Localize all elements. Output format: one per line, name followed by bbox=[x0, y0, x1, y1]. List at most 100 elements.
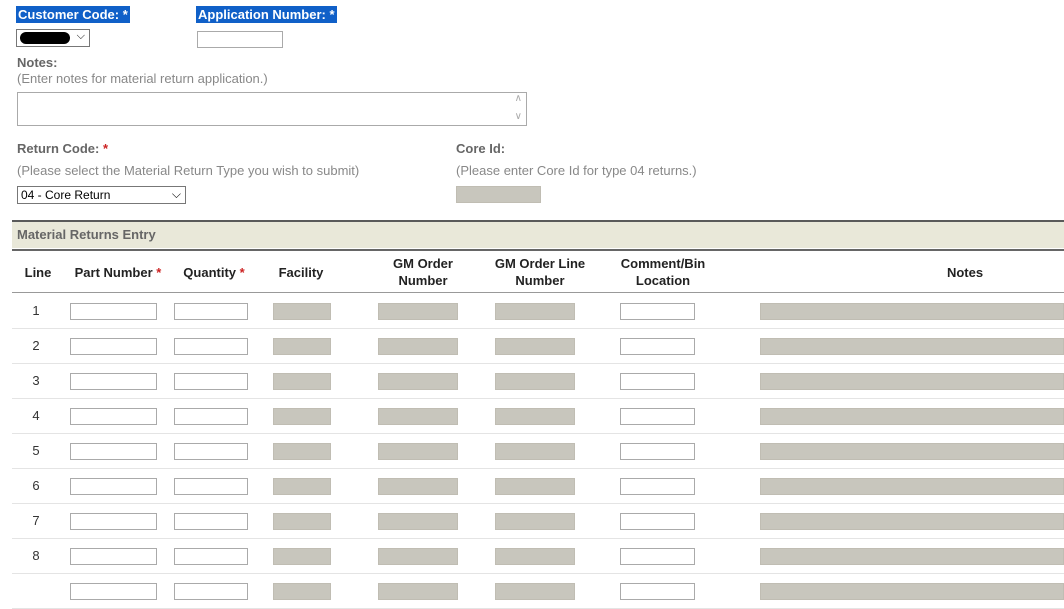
gm-order-line-number-field bbox=[495, 513, 575, 530]
comment-bin-location-input[interactable] bbox=[620, 408, 695, 425]
col-line: Line bbox=[24, 264, 52, 280]
quantity-input[interactable] bbox=[174, 548, 248, 565]
table-header: Line Part Number * Quantity * Facility G… bbox=[12, 249, 1064, 293]
scroll-down-icon[interactable]: ∨ bbox=[515, 112, 522, 122]
chevron-down-icon: ⌵ bbox=[171, 187, 181, 201]
notes-field bbox=[760, 548, 1064, 565]
table-row: 4 bbox=[12, 399, 1064, 434]
gm-order-number-field bbox=[378, 338, 458, 355]
col-notes: Notes bbox=[946, 264, 984, 280]
quantity-input[interactable] bbox=[174, 303, 248, 320]
gm-order-number-field bbox=[378, 513, 458, 530]
gm-order-line-number-field bbox=[495, 303, 575, 320]
table-row: 6 bbox=[12, 469, 1064, 504]
part-number-input[interactable] bbox=[70, 338, 157, 355]
facility-field bbox=[273, 338, 331, 355]
gm-order-line-number-field bbox=[495, 443, 575, 460]
return-code-select[interactable]: 04 - Core Return ⌵ bbox=[17, 186, 186, 204]
line-number: 3 bbox=[32, 373, 40, 388]
gm-order-number-field bbox=[378, 408, 458, 425]
customer-code-select[interactable]: ⌵ bbox=[16, 29, 90, 47]
chevron-down-icon: ⌵ bbox=[76, 30, 85, 42]
col-part-number: Part Number * bbox=[74, 264, 162, 280]
notes-field bbox=[760, 338, 1064, 355]
gm-order-number-field bbox=[378, 548, 458, 565]
part-number-input[interactable] bbox=[70, 513, 157, 530]
col-facility: Facility bbox=[278, 264, 324, 280]
quantity-input[interactable] bbox=[174, 408, 248, 425]
col-comment-bin-location: Comment/Bin Location bbox=[620, 256, 706, 288]
line-number: 1 bbox=[32, 303, 40, 318]
notes-field bbox=[760, 443, 1064, 460]
part-number-input[interactable] bbox=[70, 443, 157, 460]
quantity-input[interactable] bbox=[174, 373, 248, 390]
facility-field bbox=[273, 443, 331, 460]
notes-field bbox=[760, 408, 1064, 425]
gm-order-line-number-field bbox=[495, 408, 575, 425]
facility-field bbox=[273, 548, 331, 565]
line-number: 5 bbox=[32, 443, 40, 458]
facility-field bbox=[273, 303, 331, 320]
table-row: 8 bbox=[12, 539, 1064, 574]
gm-order-line-number-field bbox=[495, 548, 575, 565]
part-number-input[interactable] bbox=[70, 303, 157, 320]
return-code-selected: 04 - Core Return bbox=[21, 188, 111, 202]
part-number-input[interactable] bbox=[70, 548, 157, 565]
line-number: 4 bbox=[32, 408, 40, 423]
notes-field bbox=[760, 373, 1064, 390]
part-number-input[interactable] bbox=[70, 408, 157, 425]
table-row: 5 bbox=[12, 434, 1064, 469]
notes-hint: (Enter notes for material return applica… bbox=[17, 71, 268, 86]
quantity-input[interactable] bbox=[174, 513, 248, 530]
notes-textarea-wrap: ∧ ∨ bbox=[17, 92, 527, 126]
part-number-input[interactable] bbox=[70, 478, 157, 495]
quantity-input[interactable] bbox=[174, 443, 248, 460]
col-gm-order-number: GM Order Number bbox=[393, 256, 453, 288]
notes-label: Notes: bbox=[17, 55, 58, 70]
comment-bin-location-input[interactable] bbox=[620, 513, 695, 530]
core-id-label: Core Id: bbox=[456, 141, 506, 156]
gm-order-line-number-field bbox=[495, 338, 575, 355]
material-returns-section-title: Material Returns Entry bbox=[12, 220, 1064, 248]
notes-field bbox=[760, 478, 1064, 495]
table-row: 7 bbox=[12, 504, 1064, 539]
gm-order-line-number-field bbox=[495, 478, 575, 495]
comment-bin-location-input[interactable] bbox=[620, 548, 695, 565]
gm-order-number-field bbox=[378, 443, 458, 460]
line-number: 8 bbox=[32, 548, 40, 563]
comment-bin-location-input[interactable] bbox=[620, 373, 695, 390]
line-number: 2 bbox=[32, 338, 40, 353]
facility-field bbox=[273, 478, 331, 495]
quantity-input[interactable] bbox=[174, 338, 248, 355]
col-gm-order-line-number: GM Order Line Number bbox=[494, 256, 586, 288]
return-code-label: Return Code: * bbox=[17, 141, 109, 156]
comment-bin-location-input[interactable] bbox=[620, 338, 695, 355]
comment-bin-location-input[interactable] bbox=[620, 478, 695, 495]
application-number-label: Application Number: * bbox=[196, 6, 337, 23]
table-row: 3 bbox=[12, 364, 1064, 399]
core-id-hint: (Please enter Core Id for type 04 return… bbox=[456, 163, 697, 178]
col-quantity: Quantity * bbox=[183, 264, 245, 280]
customer-code-label: Customer Code: * bbox=[16, 6, 130, 23]
gm-order-number-field bbox=[378, 373, 458, 390]
gm-order-number-field bbox=[378, 303, 458, 320]
table-row bbox=[12, 574, 1064, 609]
comment-bin-location-input[interactable] bbox=[620, 443, 695, 460]
gm-order-number-field bbox=[378, 478, 458, 495]
part-number-input[interactable] bbox=[70, 373, 157, 390]
gm-order-line-number-field bbox=[495, 373, 575, 390]
redacted-value bbox=[20, 32, 70, 44]
facility-field bbox=[273, 408, 331, 425]
application-number-input[interactable] bbox=[197, 31, 283, 48]
notes-field bbox=[760, 513, 1064, 530]
scroll-up-icon[interactable]: ∧ bbox=[515, 94, 522, 104]
table-row: 2 bbox=[12, 329, 1064, 364]
comment-bin-location-input[interactable] bbox=[620, 303, 695, 320]
return-code-hint: (Please select the Material Return Type … bbox=[17, 163, 360, 178]
notes-textarea[interactable] bbox=[17, 92, 527, 126]
notes-field bbox=[760, 303, 1064, 320]
quantity-input[interactable] bbox=[174, 478, 248, 495]
table-row: 1 bbox=[12, 294, 1064, 329]
line-number: 7 bbox=[32, 513, 40, 528]
line-number: 6 bbox=[32, 478, 40, 493]
